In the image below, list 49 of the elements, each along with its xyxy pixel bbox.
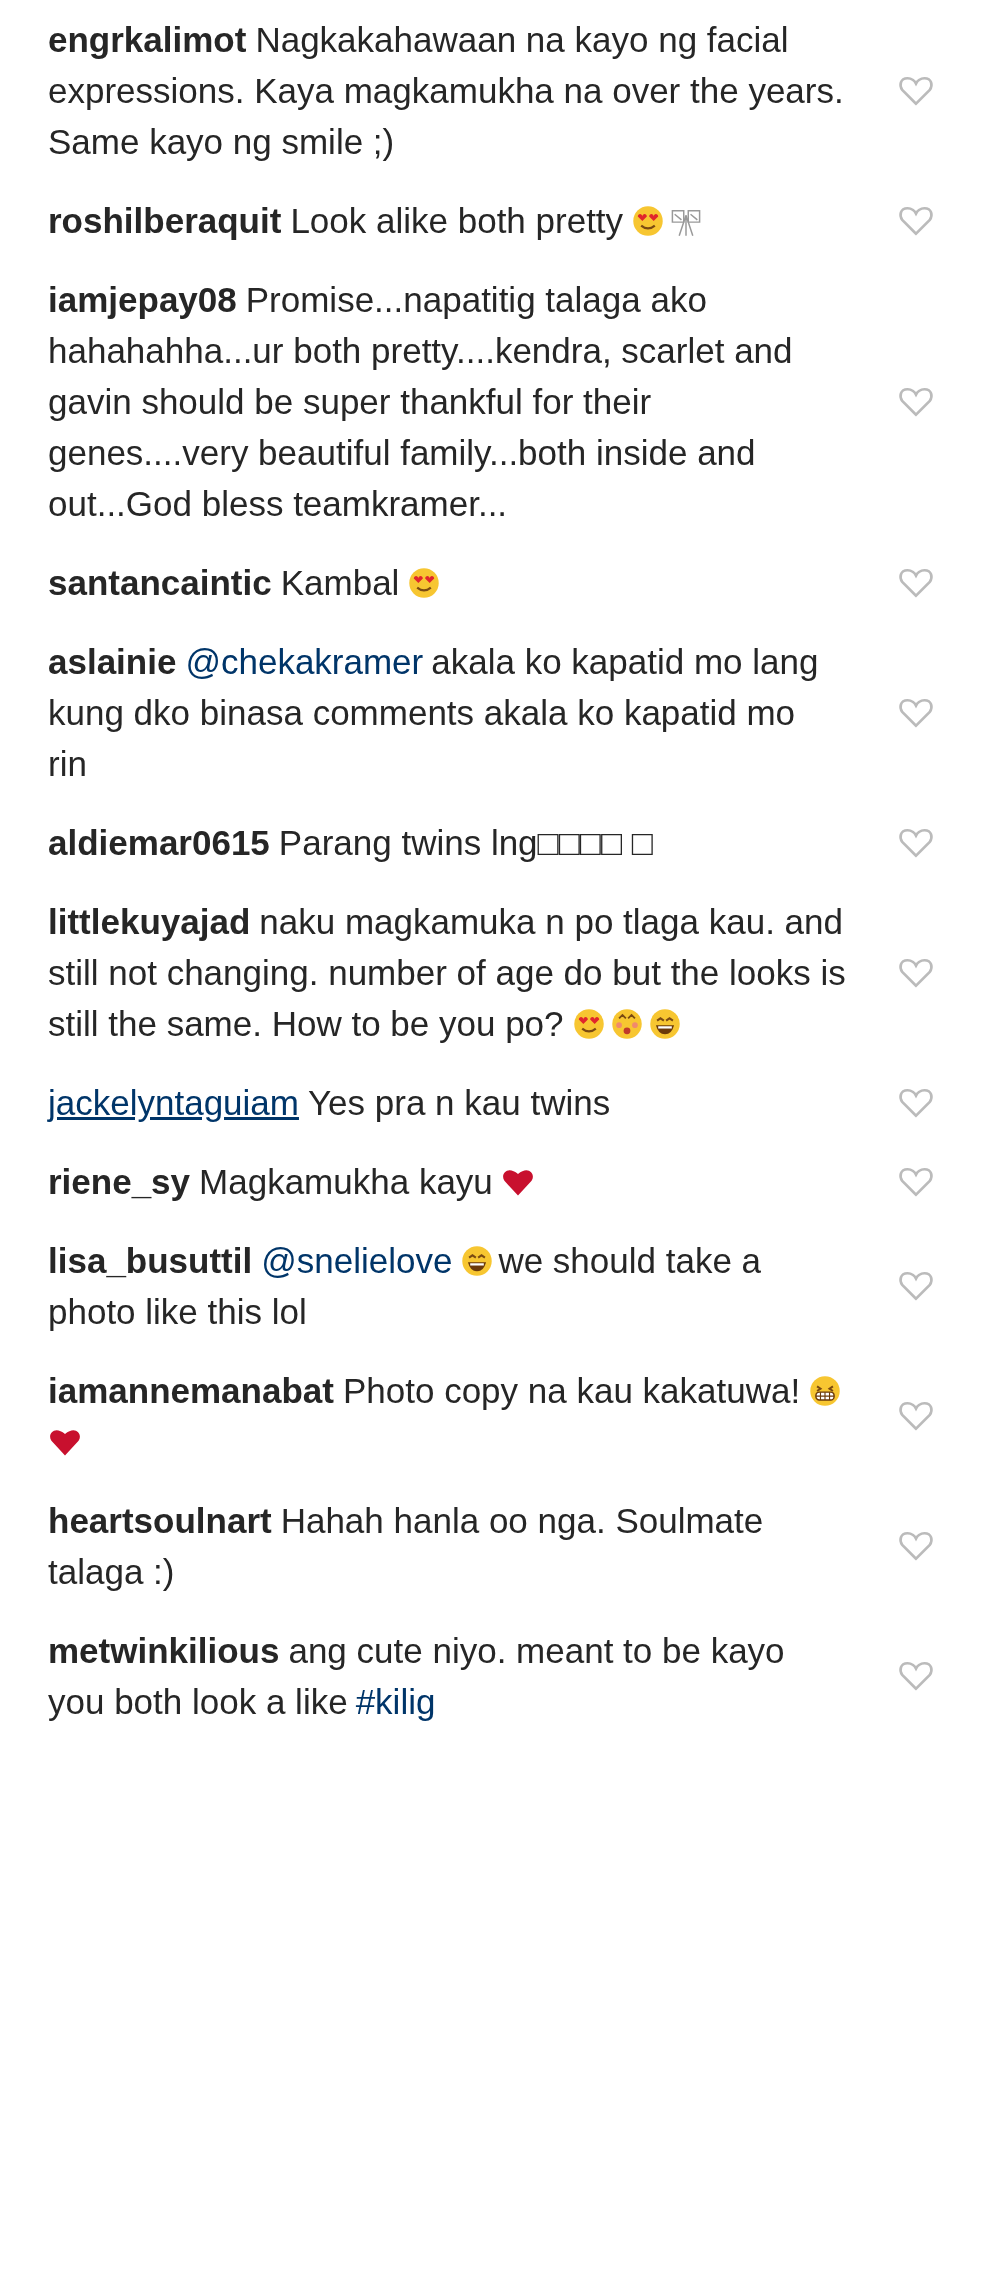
username-link[interactable]: engrkalimot xyxy=(48,20,247,59)
like-heart-icon[interactable] xyxy=(898,1270,934,1302)
heart-eyes-emoji-icon xyxy=(631,204,666,238)
comment-text: metwinkilious ang cute niyo. meant to be kayo you both look a like #kilig xyxy=(48,1630,786,1723)
username-link[interactable]: metwinkilious xyxy=(48,1631,280,1670)
like-heart-icon[interactable] xyxy=(898,385,934,418)
comment-text: littlekuyajad naku magkamuka n po tlaga kau. and still not changing. number of age do but the looks is still the same. How to be you po? xyxy=(48,901,847,1045)
like-heart-icon[interactable] xyxy=(898,1400,934,1432)
mention-link[interactable]: @snelielove xyxy=(261,1241,453,1280)
username-link[interactable]: littlekuyajad xyxy=(48,902,251,941)
hashtag-link[interactable]: #kilig xyxy=(355,1682,436,1721)
like-heart-icon[interactable] xyxy=(898,1530,934,1562)
like-heart-icon[interactable] xyxy=(898,1086,934,1119)
username-link[interactable]: aldiemar0615 xyxy=(48,823,270,862)
laughing-face-emoji-icon xyxy=(460,1244,495,1278)
comment-text: heartsoulnart Hahah hanla oo nga. Soulmate talaga :) xyxy=(48,1500,765,1593)
like-heart-icon[interactable] xyxy=(898,74,934,107)
like-heart-icon[interactable] xyxy=(898,696,934,729)
username-link[interactable]: jackelyntaguiam xyxy=(48,1083,299,1122)
username-link[interactable]: riene_sy xyxy=(48,1162,191,1201)
comment-text: aldiemar0615 Parang twins lng□□□□ □ xyxy=(48,822,654,864)
like-heart-icon[interactable] xyxy=(898,204,934,237)
like-heart-icon[interactable] xyxy=(898,826,934,859)
grinning-face-emoji-icon xyxy=(808,1374,843,1408)
username-link[interactable]: aslainie xyxy=(48,642,177,681)
username-link[interactable]: roshilberaquit xyxy=(48,201,282,240)
mention-link[interactable]: @chekakramer xyxy=(185,642,424,681)
like-heart-icon[interactable] xyxy=(898,956,934,989)
like-heart-icon[interactable] xyxy=(898,566,934,599)
comment-text: lisa_busuttil @snelielove we should take a photo like this lol xyxy=(48,1240,763,1333)
laughing-face-emoji-icon xyxy=(647,1007,682,1041)
username-link[interactable]: iamannemanabat xyxy=(48,1371,334,1410)
comment-text: aslainie @chekakramer akala ko kapatid mo lang kung dko binasa comments akala ko kapatid mo rin xyxy=(48,641,820,785)
username-link[interactable]: iamjepay08 xyxy=(48,280,237,319)
like-heart-icon[interactable] xyxy=(898,1660,934,1692)
username-link[interactable]: lisa_busuttil xyxy=(48,1241,253,1280)
heart-eyes-emoji-icon xyxy=(571,1007,606,1041)
heart-eyes-emoji-icon xyxy=(407,566,442,600)
comment-text: santancaintic Kambal xyxy=(48,557,848,608)
comment-text: jackelyntaguiam Yes pra n kau twins xyxy=(48,1082,612,1124)
comment-text: engrkalimot Nagkakahawaan na kayo ng facial expressions. Kaya magkamukha na over the years. Same kayo ng smile ;) xyxy=(48,19,845,163)
username-link[interactable]: heartsoulnart xyxy=(48,1501,272,1540)
comment-text: riene_sy Magkamukha kayu xyxy=(48,1156,848,1207)
username-link[interactable]: santancaintic xyxy=(48,563,272,602)
like-heart-icon[interactable] xyxy=(898,1165,934,1198)
comment-text: iamjepay08 Promise...napatitig talaga ako hahahahha...ur both pretty....kendra, scarlet and gavin should be super thankful for their genes....very beautiful family...both inside and out...God bless teamkramer... xyxy=(48,279,794,525)
kissing-face-emoji-icon xyxy=(609,1007,644,1041)
comment-text: iamannemanabat Photo copy na kau kakatuwa! xyxy=(48,1365,848,1467)
comment-text: roshilberaquit Look alike both pretty xyxy=(48,195,848,246)
